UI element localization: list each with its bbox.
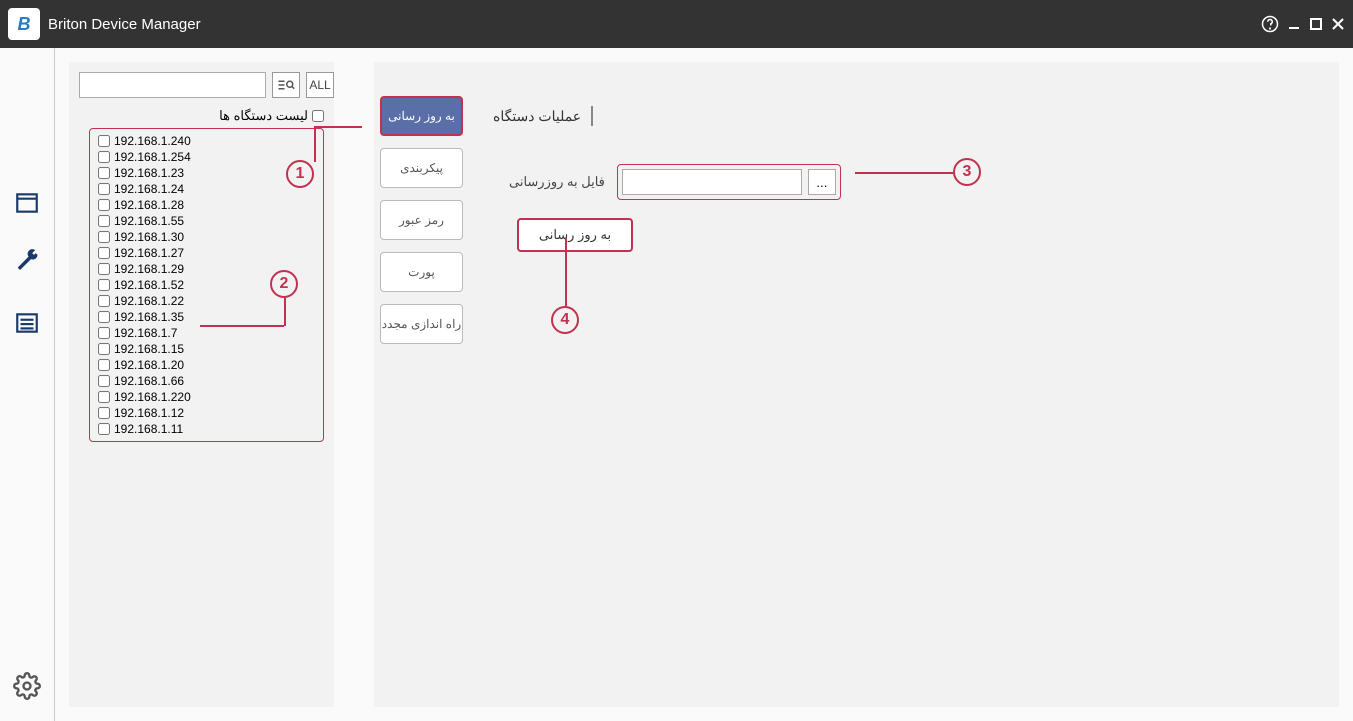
- device-item[interactable]: 192.168.1.220: [98, 389, 315, 405]
- device-checkbox[interactable]: [98, 231, 110, 243]
- device-ip: 192.168.1.66: [114, 374, 184, 388]
- device-item[interactable]: 192.168.1.12: [98, 405, 315, 421]
- search-button[interactable]: [272, 72, 300, 98]
- device-item[interactable]: 192.168.1.66: [98, 373, 315, 389]
- device-ip: 192.168.1.24: [114, 182, 184, 196]
- device-ip: 192.168.1.11: [114, 422, 183, 436]
- device-panel: ALL لیست دستگاه ها 192.168.1.240 192.168.…: [69, 62, 334, 707]
- device-ip: 192.168.1.254: [114, 150, 191, 164]
- wrench-icon[interactable]: [12, 248, 42, 278]
- device-checkbox[interactable]: [98, 375, 110, 387]
- device-item[interactable]: 192.168.1.35: [98, 309, 315, 325]
- device-item[interactable]: 192.168.1.24: [98, 181, 315, 197]
- op-port-button[interactable]: پورت: [380, 252, 463, 292]
- maximize-icon[interactable]: [1309, 17, 1323, 31]
- device-checkbox[interactable]: [98, 295, 110, 307]
- ops-column: به روز رسانی پیکربندی رمز عبور پورت راه …: [374, 62, 469, 707]
- app-title: Briton Device Manager: [48, 16, 201, 33]
- minimize-icon[interactable]: [1287, 17, 1301, 31]
- device-checkbox[interactable]: [98, 199, 110, 211]
- main-area: به روز رسانی پیکربندی رمز عبور پورت راه …: [374, 62, 1339, 707]
- device-checkbox[interactable]: [98, 167, 110, 179]
- device-item[interactable]: 192.168.1.28: [98, 197, 315, 213]
- device-ip: 192.168.1.12: [114, 406, 184, 420]
- settings-icon[interactable]: [12, 671, 42, 701]
- select-all-button[interactable]: ALL: [306, 72, 334, 98]
- device-ip: 192.168.1.35: [114, 310, 184, 324]
- device-ip: 192.168.1.15: [114, 342, 184, 356]
- device-checkbox[interactable]: [98, 135, 110, 147]
- close-icon[interactable]: [1331, 17, 1345, 31]
- op-update-button[interactable]: به روز رسانی: [380, 96, 463, 136]
- app-logo: B: [8, 8, 40, 40]
- device-checkbox[interactable]: [98, 359, 110, 371]
- device-search-input[interactable]: [79, 72, 266, 98]
- device-checkbox[interactable]: [98, 423, 110, 435]
- annotation-1: 1: [286, 160, 314, 188]
- device-item[interactable]: 192.168.1.254: [98, 149, 315, 165]
- annotation-2: 2: [270, 270, 298, 298]
- device-ip: 192.168.1.29: [114, 262, 184, 276]
- content-area: عملیات دستگاه فایل به روزرسانی ... به رو…: [469, 62, 1339, 707]
- device-ip: 192.168.1.27: [114, 246, 184, 260]
- select-all-devices-checkbox[interactable]: [312, 110, 324, 122]
- file-label: فایل به روزرسانی: [509, 174, 605, 190]
- device-checkbox[interactable]: [98, 343, 110, 355]
- device-item[interactable]: 192.168.1.30: [98, 229, 315, 245]
- device-ip: 192.168.1.240: [114, 134, 191, 148]
- device-item[interactable]: 192.168.1.20: [98, 357, 315, 373]
- device-checkbox[interactable]: [98, 263, 110, 275]
- section-title: عملیات دستگاه: [493, 108, 581, 125]
- device-checkbox[interactable]: [98, 391, 110, 403]
- browse-button[interactable]: ...: [808, 169, 836, 195]
- op-reboot-button[interactable]: راه اندازی مجدد: [380, 304, 463, 344]
- device-item[interactable]: 192.168.1.27: [98, 245, 315, 261]
- titlebar: B Briton Device Manager: [0, 0, 1353, 48]
- file-path-input[interactable]: [622, 169, 802, 195]
- device-checkbox[interactable]: [98, 407, 110, 419]
- device-ip: 192.168.1.22: [114, 294, 184, 308]
- device-checkbox[interactable]: [98, 183, 110, 195]
- device-ip: 192.168.1.28: [114, 198, 184, 212]
- device-checkbox[interactable]: [98, 215, 110, 227]
- do-update-button[interactable]: به روز رسانی: [517, 218, 633, 252]
- device-checkbox[interactable]: [98, 151, 110, 163]
- device-ip: 192.168.1.52: [114, 278, 184, 292]
- window-icon[interactable]: [12, 188, 42, 218]
- device-ip: 192.168.1.30: [114, 230, 184, 244]
- device-list-title: لیست دستگاه ها: [219, 108, 308, 124]
- device-checkbox[interactable]: [98, 311, 110, 323]
- device-ip: 192.168.1.220: [114, 390, 191, 404]
- device-ip: 192.168.1.20: [114, 358, 184, 372]
- device-checkbox[interactable]: [98, 279, 110, 291]
- device-item[interactable]: 192.168.1.23: [98, 165, 315, 181]
- file-group: ...: [617, 164, 841, 200]
- device-ip: 192.168.1.55: [114, 214, 184, 228]
- device-item[interactable]: 192.168.1.7: [98, 325, 315, 341]
- annotation-3: 3: [953, 158, 981, 186]
- device-item[interactable]: 192.168.1.11: [98, 421, 315, 437]
- device-checkbox[interactable]: [98, 247, 110, 259]
- list-icon[interactable]: [12, 308, 42, 338]
- device-item[interactable]: 192.168.1.15: [98, 341, 315, 357]
- op-config-button[interactable]: پیکربندی: [380, 148, 463, 188]
- device-ip: 192.168.1.23: [114, 166, 184, 180]
- left-rail: [0, 48, 55, 721]
- help-icon[interactable]: [1261, 15, 1279, 33]
- device-item[interactable]: 192.168.1.55: [98, 213, 315, 229]
- annotation-4: 4: [551, 306, 579, 334]
- device-ip: 192.168.1.7: [114, 326, 177, 340]
- device-item[interactable]: 192.168.1.240: [98, 133, 315, 149]
- device-checkbox[interactable]: [98, 327, 110, 339]
- op-password-button[interactable]: رمز عبور: [380, 200, 463, 240]
